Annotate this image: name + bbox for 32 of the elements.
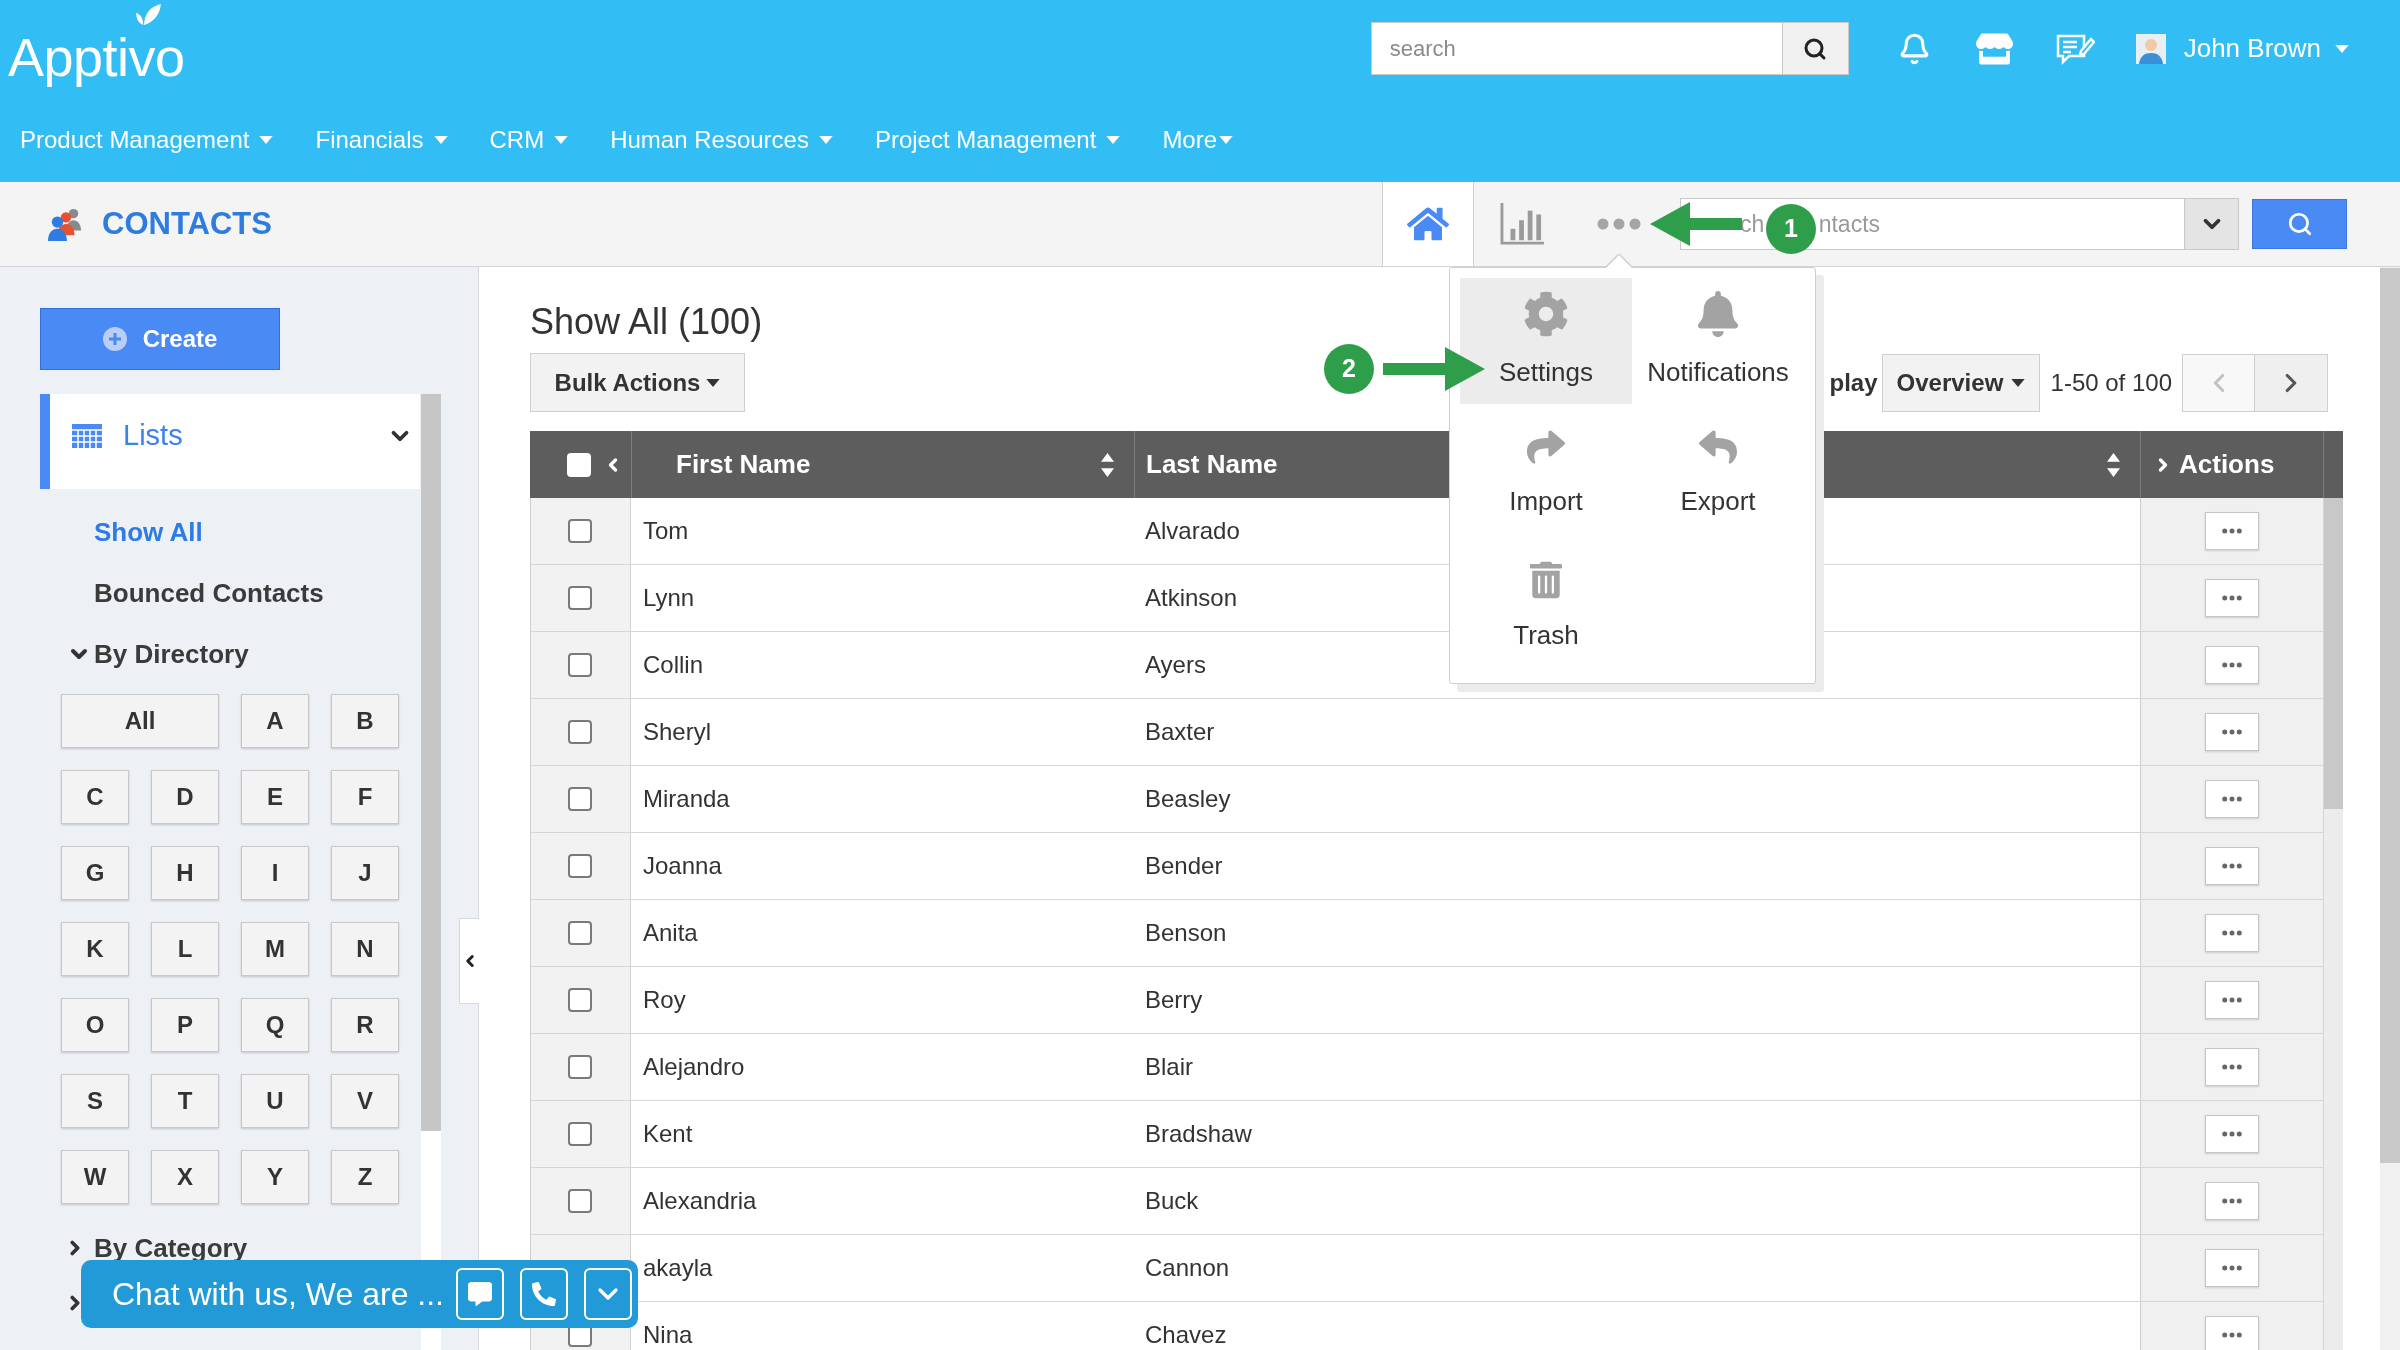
table-cell-text: Lynn: [643, 583, 695, 613]
table-cell-text: Alvarado: [1145, 516, 1240, 546]
table-cell-text: Bradshaw: [1145, 1119, 1252, 1149]
table-cell-text: Tom: [643, 516, 689, 546]
table-cell-text: Chavez: [1145, 1320, 1227, 1350]
display-label: play: [1829, 367, 1878, 398]
table-cell-text: Benson: [1145, 918, 1227, 948]
table-cell-text: Alejandro: [643, 1052, 745, 1082]
table-cell-text: Berry: [1145, 985, 1203, 1015]
app-title: CONTACTS: [102, 204, 272, 243]
table-cell-text: Collin: [643, 650, 704, 680]
table-cell-text: Baxter: [1145, 717, 1215, 747]
table-cell-text: Cannon: [1145, 1253, 1230, 1283]
record-range: 1-50 of 100: [2050, 367, 2172, 398]
page-title: Show All (100): [530, 300, 763, 344]
table-cell-text: Bender: [1145, 851, 1223, 881]
table-cell-text: Kent: [643, 1119, 693, 1149]
chat-widget-text: Chat with us, We are ...: [112, 1275, 444, 1314]
table-cell-text: Blair: [1145, 1052, 1193, 1082]
table-cell-text: Nina: [643, 1320, 693, 1350]
table-cell-text: Ayers: [1145, 650, 1206, 680]
table-cell-text: Alexandria: [643, 1186, 757, 1216]
table-cell-text: Joanna: [643, 851, 722, 881]
table-cell-text: akayla: [643, 1253, 713, 1283]
table-cell-text: Atkinson: [1145, 583, 1238, 613]
table-cell-text: Anita: [643, 918, 698, 948]
table-cell-text: Roy: [643, 985, 686, 1015]
step-number-tooltip: 2: [1324, 344, 1374, 394]
table-cell-text: Miranda: [643, 784, 730, 814]
table-cell-text: Beasley: [1145, 784, 1231, 814]
table-cell-text: Buck: [1145, 1186, 1199, 1216]
table-cell-text: Sheryl: [643, 717, 712, 747]
